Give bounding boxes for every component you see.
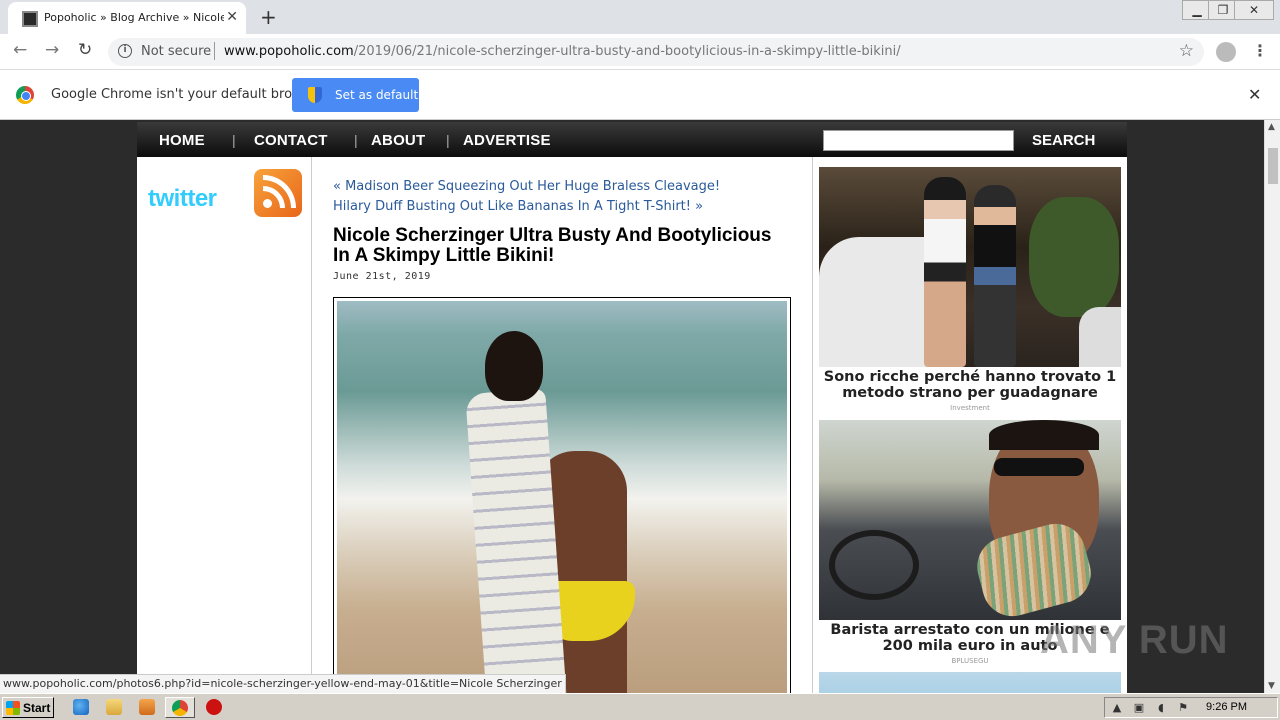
site-search-input[interactable]: [823, 130, 1014, 151]
ad-caption: Sono ricche perché hanno trovato 1 metod…: [823, 369, 1117, 401]
scroll-down-arrow-icon[interactable]: ▼: [1268, 681, 1275, 691]
post-content: « Madison Beer Squeezing Out Her Huge Br…: [333, 157, 793, 693]
close-window-button[interactable]: ✕: [1234, 0, 1274, 20]
ad-image: [819, 167, 1121, 367]
system-tray: ▲ ▣ ◖ ⚑ 9:26 PM: [1104, 697, 1278, 718]
tray-expand-icon[interactable]: ▲: [1111, 702, 1123, 714]
internet-explorer-icon[interactable]: [73, 699, 89, 715]
media-player-icon[interactable]: [139, 699, 155, 715]
new-tab-button[interactable]: +: [260, 5, 277, 29]
nav-advertise-link[interactable]: ADVERTISE: [463, 132, 551, 149]
taskbar-clock[interactable]: 9:26 PM: [1206, 701, 1247, 713]
tab-title: Popoholic » Blog Archive » Nicole Sch: [44, 11, 224, 24]
left-sidebar: twitter: [137, 157, 312, 693]
infobar-close-icon[interactable]: ✕: [1248, 85, 1261, 104]
chrome-menu-icon[interactable]: ⋮: [1252, 41, 1268, 60]
windows-logo-icon: [6, 701, 20, 715]
url-path: /2019/06/21/nicole-scherzinger-ultra-bus…: [353, 44, 901, 59]
sponsored-ad-partial[interactable]: [819, 672, 1121, 693]
browser-tab[interactable]: Popoholic » Blog Archive » Nicole Sch ✕: [8, 2, 246, 34]
tab-strip: Popoholic » Blog Archive » Nicole Sch ✕ …: [0, 0, 1280, 34]
action-center-flag-icon[interactable]: ⚑: [1177, 702, 1189, 714]
reload-button[interactable]: ↻: [78, 40, 92, 60]
forward-button[interactable]: →: [45, 40, 59, 60]
back-button[interactable]: ←: [13, 40, 27, 60]
post-photo[interactable]: [333, 297, 791, 693]
site-favicon-icon: [22, 11, 38, 27]
info-icon[interactable]: i: [118, 44, 132, 58]
shield-icon: [308, 87, 322, 103]
url-domain: www.popoholic.com: [224, 44, 354, 59]
anyrun-watermark: ANY RUN: [1040, 618, 1229, 662]
post-date: June 21st, 2019: [333, 271, 431, 282]
nav-separator: |: [232, 132, 236, 148]
twitter-logo[interactable]: twitter: [148, 185, 217, 213]
profile-avatar-icon[interactable]: [1216, 42, 1236, 62]
beach-photo-image: [337, 301, 787, 693]
taskbar-chrome-button[interactable]: [165, 697, 195, 718]
page-viewport: HOME | CONTACT | ABOUT | ADVERTISE SEARC…: [0, 120, 1264, 693]
address-separator: [214, 42, 215, 60]
site-search-button[interactable]: SEARCH: [1032, 132, 1095, 149]
nav-separator: |: [446, 132, 450, 148]
infobar-message: Google Chrome isn't your default browser: [51, 87, 323, 102]
set-as-default-button[interactable]: Set as default: [292, 78, 419, 112]
nav-separator: |: [354, 132, 358, 148]
rss-icon[interactable]: [254, 169, 302, 217]
windows-taskbar: Start ▲ ▣ ◖ ⚑ 9:26 PM: [0, 693, 1280, 720]
prev-post-link[interactable]: « Madison Beer Squeezing Out Her Huge Br…: [333, 177, 793, 197]
start-label: Start: [23, 701, 51, 715]
bookmark-star-icon[interactable]: ☆: [1179, 41, 1194, 61]
address-bar[interactable]: i Not secure www.popoholic.com/2019/06/2…: [108, 38, 1204, 66]
scrollbar-thumb[interactable]: [1268, 148, 1278, 184]
nav-home-link[interactable]: HOME: [159, 132, 205, 149]
security-label: Not secure: [141, 44, 212, 59]
link-status-bubble: www.popoholic.com/photos6.php?id=nicole-…: [0, 674, 566, 693]
folder-icon[interactable]: [106, 699, 122, 715]
start-button[interactable]: Start: [2, 697, 54, 718]
next-post-link[interactable]: Hilary Duff Busting Out Like Bananas In …: [333, 197, 793, 217]
tab-close-icon[interactable]: ✕: [226, 9, 238, 25]
volume-icon[interactable]: ◖: [1155, 702, 1167, 714]
nav-about-link[interactable]: ABOUT: [371, 132, 425, 149]
url-text[interactable]: www.popoholic.com/2019/06/21/nicole-sche…: [224, 44, 901, 59]
page-scrollbar[interactable]: ▲ ▼: [1264, 120, 1280, 693]
right-sidebar-ads: Sono ricche perché hanno trovato 1 metod…: [812, 157, 1127, 693]
post-title: Nicole Scherzinger Ultra Busty And Booty…: [333, 225, 772, 266]
ad-source: Investment: [950, 404, 990, 412]
ad-image: [819, 420, 1121, 620]
network-icon[interactable]: ▣: [1133, 702, 1145, 714]
chrome-logo-icon: [16, 86, 34, 104]
chrome-icon: [172, 700, 188, 716]
scroll-up-arrow-icon[interactable]: ▲: [1268, 122, 1275, 132]
browser-toolbar: ← → ↻ i Not secure www.popoholic.com/201…: [0, 34, 1280, 70]
sponsored-ad[interactable]: Sono ricche perché hanno trovato 1 metod…: [819, 167, 1121, 412]
nav-contact-link[interactable]: CONTACT: [254, 132, 328, 149]
opera-icon[interactable]: [206, 699, 222, 715]
default-browser-infobar: Google Chrome isn't your default browser…: [0, 70, 1280, 120]
site-nav: HOME | CONTACT | ABOUT | ADVERTISE SEARC…: [137, 122, 1127, 157]
set-as-default-label: Set as default: [335, 88, 419, 102]
site-container: HOME | CONTACT | ABOUT | ADVERTISE SEARC…: [137, 122, 1127, 693]
